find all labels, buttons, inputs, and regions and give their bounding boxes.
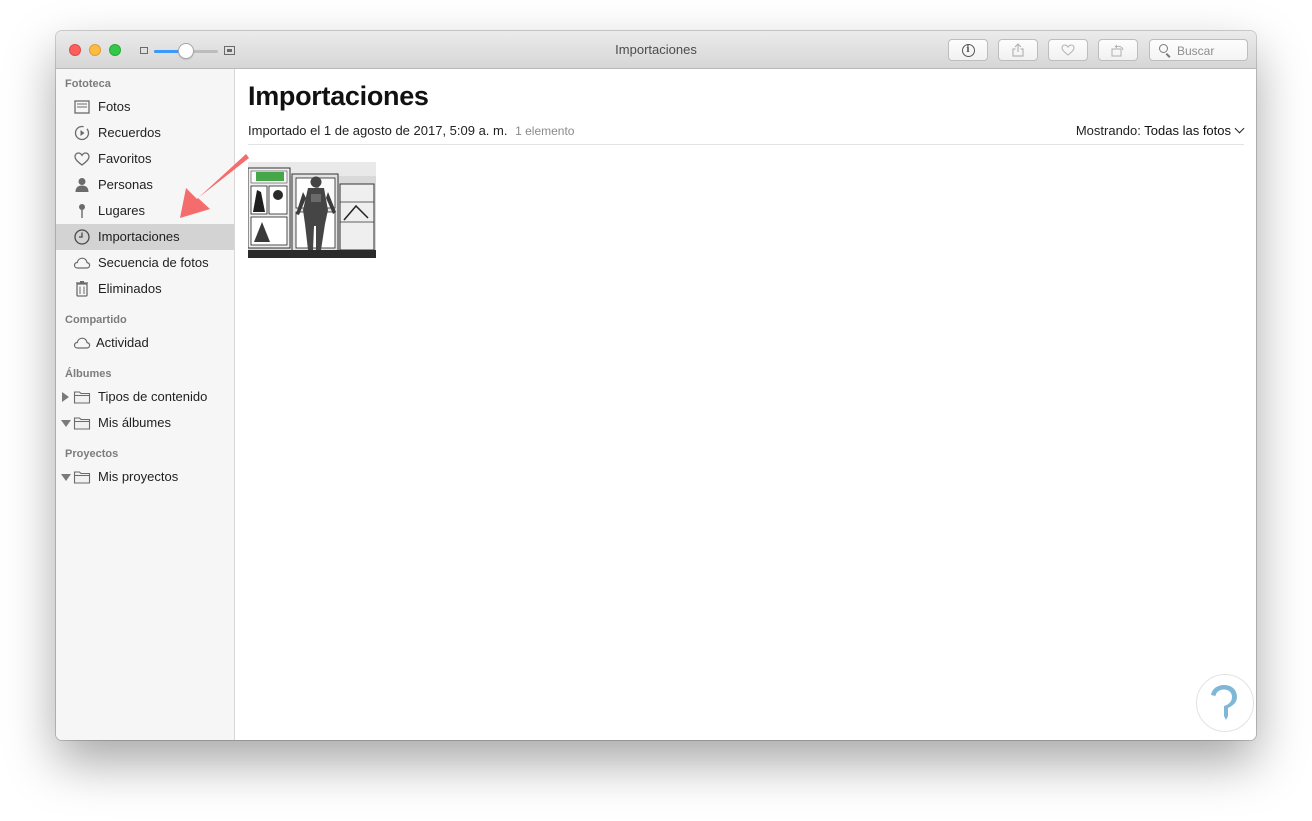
- site-logo: [1196, 674, 1254, 732]
- trash-icon: [76, 281, 88, 297]
- heart-icon: [74, 152, 90, 166]
- import-prefix: Importado el: [248, 123, 321, 138]
- disclosure-triangle-down-icon[interactable]: [61, 420, 71, 427]
- heart-icon: [1061, 44, 1075, 56]
- folder-icon: [73, 391, 91, 404]
- sidebar-item-label: Lugares: [98, 203, 145, 218]
- photo-thumbnail[interactable]: [248, 162, 376, 258]
- sidebar-item-label: Actividad: [96, 335, 149, 350]
- sidebar-item-label: Importaciones: [98, 229, 180, 244]
- sidebar-item-label: Tipos de contenido: [98, 389, 208, 404]
- sidebar-item-label: Fotos: [98, 99, 131, 114]
- sidebar-item-label: Mis proyectos: [98, 469, 179, 484]
- chevron-down-icon: [1234, 123, 1245, 134]
- import-info: Importado el 1 de agosto de 2017, 5:09 a…: [248, 123, 574, 138]
- sidebar-item-importaciones[interactable]: Importaciones: [56, 224, 234, 250]
- sidebar: Fototeca Fotos Recuerdos Favoritos Perso…: [56, 69, 235, 740]
- showing-filter-menu[interactable]: Mostrando: Todas las fotos: [1075, 123, 1245, 138]
- sidebar-item-label: Favoritos: [98, 151, 152, 166]
- sidebar-header-compartido: Compartido: [65, 314, 127, 326]
- comic-figure-photo-image: [248, 162, 376, 258]
- memories-icon: [74, 125, 90, 141]
- disclosure-triangle-down-icon[interactable]: [61, 474, 71, 481]
- logo-icon: [1211, 685, 1237, 720]
- sidebar-item-eliminados[interactable]: Eliminados: [56, 276, 234, 302]
- sidebar-item-actividad[interactable]: Actividad: [56, 330, 234, 356]
- showing-label: Mostrando:: [1075, 123, 1141, 138]
- pin-icon: [79, 204, 85, 218]
- cloud-icon: [73, 257, 91, 269]
- cloud-icon: [73, 337, 91, 349]
- sidebar-item-label: Recuerdos: [98, 125, 161, 140]
- sidebar-item-mis-albumes[interactable]: Mis álbumes: [56, 410, 234, 436]
- sidebar-item-personas[interactable]: Personas: [56, 172, 234, 198]
- import-date: 1 de agosto de 2017, 5:09 a. m.: [323, 123, 508, 138]
- sidebar-item-recuerdos[interactable]: Recuerdos: [56, 120, 234, 146]
- header-divider: [248, 144, 1244, 145]
- person-icon: [75, 178, 89, 192]
- folder-icon: [73, 417, 91, 430]
- sidebar-item-lugares[interactable]: Lugares: [56, 198, 234, 224]
- sidebar-item-mis-proyectos[interactable]: Mis proyectos: [56, 464, 234, 490]
- rotate-icon: [1111, 44, 1124, 57]
- main-content: Importaciones Importado el 1 de agosto d…: [235, 69, 1256, 740]
- sidebar-item-label: Mis álbumes: [98, 415, 171, 430]
- clock-icon: [74, 229, 90, 245]
- share-button[interactable]: [998, 39, 1038, 61]
- sidebar-item-label: Secuencia de fotos: [98, 255, 209, 270]
- info-icon: i: [961, 43, 975, 57]
- photos-window: Importaciones i Fotote: [56, 31, 1256, 740]
- share-icon: [1012, 43, 1024, 57]
- search-icon: [1159, 44, 1168, 53]
- info-button[interactable]: i: [948, 39, 988, 61]
- showing-value: Todas las fotos: [1144, 123, 1231, 138]
- sidebar-item-tipos-de-contenido[interactable]: Tipos de contenido: [56, 384, 234, 410]
- sidebar-item-fotos[interactable]: Fotos: [56, 94, 234, 120]
- favorite-button[interactable]: [1048, 39, 1088, 61]
- photos-icon: [74, 100, 90, 114]
- rotate-button[interactable]: [1098, 39, 1138, 61]
- sidebar-header-fototeca: Fototeca: [65, 78, 111, 90]
- search-input[interactable]: [1177, 43, 1241, 58]
- sidebar-item-secuencia-de-fotos[interactable]: Secuencia de fotos: [56, 250, 234, 276]
- import-count: 1 elemento: [515, 124, 575, 138]
- sidebar-header-proyectos: Proyectos: [65, 448, 119, 460]
- sidebar-item-label: Personas: [98, 177, 153, 192]
- sidebar-header-albumes: Álbumes: [65, 368, 112, 380]
- folder-icon: [73, 471, 91, 484]
- search-field[interactable]: [1149, 39, 1248, 61]
- disclosure-triangle-right-icon[interactable]: [62, 392, 69, 402]
- page-title: Importaciones: [248, 81, 429, 111]
- sidebar-item-favoritos[interactable]: Favoritos: [56, 146, 234, 172]
- title-bar: Importaciones i: [56, 31, 1256, 69]
- sidebar-item-label: Eliminados: [98, 281, 162, 296]
